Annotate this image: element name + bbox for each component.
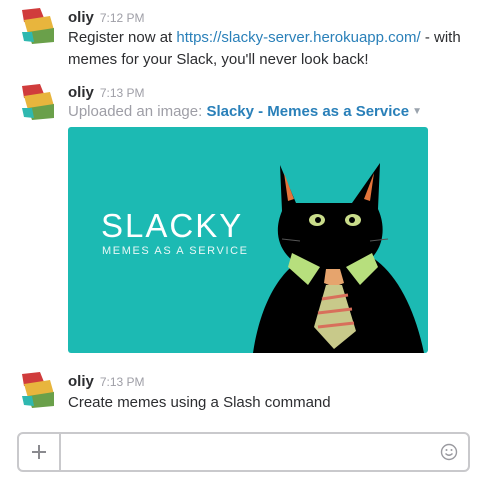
user-avatar[interactable]: [20, 8, 56, 44]
cat-right-pupil: [349, 217, 355, 223]
message-1: oliy 7:12 PM Register now at https://slac…: [0, 0, 497, 72]
avatar-logo-icon: [22, 8, 54, 44]
plus-icon: [32, 445, 46, 459]
author-name[interactable]: oliy: [68, 9, 94, 26]
upload-line: Uploaded an image: Slacky - Memes as a S…: [68, 102, 422, 122]
smiley-icon: [440, 443, 458, 461]
message-3: oliy 7:13 PM Create memes using a Slash c…: [0, 366, 497, 420]
timestamp[interactable]: 7:13 PM: [100, 86, 145, 100]
image-title: SLACKY: [101, 207, 243, 244]
avatar-logo-icon: [22, 372, 54, 408]
cat-meme-illustration: SLACKY MEMES AS A SERVICE: [101, 163, 424, 353]
upload-prefix: Uploaded an image:: [68, 103, 207, 120]
avatar-logo-icon: [22, 84, 54, 120]
file-title-link[interactable]: Slacky - Memes as a Service: [206, 103, 409, 120]
cat-head: [277, 163, 383, 269]
uploaded-image[interactable]: SLACKY MEMES AS A SERVICE: [68, 127, 428, 353]
message-text: Register now at https://slacky-server.he…: [68, 27, 478, 71]
author-name[interactable]: oliy: [68, 84, 94, 101]
timestamp[interactable]: 7:13 PM: [100, 375, 145, 389]
attach-button[interactable]: [19, 434, 61, 470]
cat-left-pupil: [315, 217, 321, 223]
message-composer: [17, 432, 470, 472]
timestamp[interactable]: 7:12 PM: [100, 11, 145, 25]
caret-down-icon[interactable]: ▼: [412, 106, 422, 117]
user-avatar[interactable]: [20, 372, 56, 408]
author-name[interactable]: oliy: [68, 373, 94, 390]
user-avatar[interactable]: [20, 84, 56, 120]
message-text-before: Register now at: [68, 29, 177, 46]
register-link[interactable]: https://slacky-server.herokuapp.com/: [176, 29, 420, 46]
image-subtitle: MEMES AS A SERVICE: [102, 245, 249, 257]
message-text: Create memes using a Slash command: [68, 394, 331, 411]
message-input[interactable]: [63, 434, 428, 472]
emoji-button[interactable]: [440, 443, 458, 461]
message-header: oliy 7:13 PM: [68, 84, 145, 102]
message-header: oliy 7:13 PM: [68, 373, 145, 391]
message-header: oliy 7:12 PM: [68, 9, 145, 27]
